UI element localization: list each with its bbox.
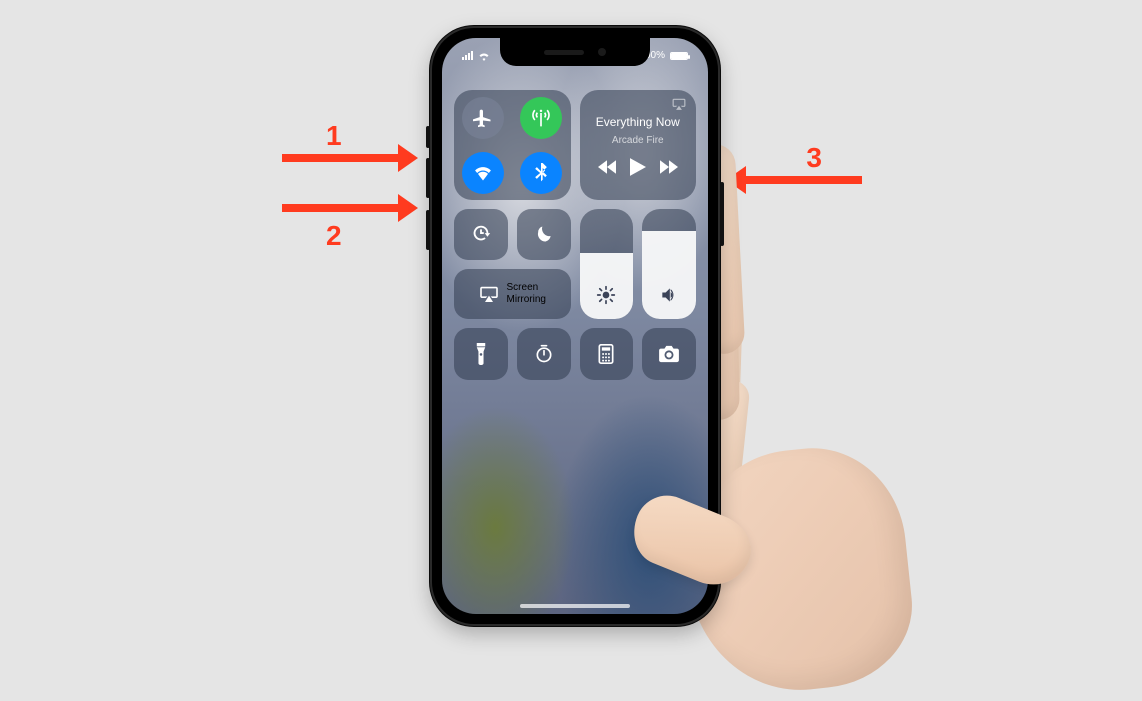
screen-mirroring-icon [479, 286, 499, 302]
volume-down-button[interactable] [426, 210, 430, 250]
brightness-slider[interactable] [580, 209, 634, 319]
now-playing-tile[interactable]: Everything Now Arcade Fire [580, 90, 697, 200]
screen-mirroring-label-2: Mirroring [507, 294, 546, 306]
home-indicator[interactable] [520, 604, 630, 608]
earpiece-speaker [544, 50, 584, 55]
timer-button[interactable] [517, 328, 571, 380]
flashlight-icon [474, 343, 488, 365]
moon-icon [534, 224, 554, 244]
volume-icon [659, 285, 679, 305]
callout-number-3: 3 [806, 142, 822, 174]
flashlight-button[interactable] [454, 328, 508, 380]
callout-number-1: 1 [326, 120, 342, 152]
cellular-data-toggle[interactable] [520, 97, 562, 139]
notch [500, 38, 650, 66]
camera-button[interactable] [642, 328, 696, 380]
airplane-icon [473, 108, 493, 128]
antenna-icon [531, 108, 551, 128]
callout-side-button: 3 [742, 176, 862, 184]
wifi-icon [473, 163, 493, 183]
front-camera [598, 48, 606, 56]
screen-mirroring-label-1: Screen [507, 282, 546, 294]
calculator-button[interactable] [580, 328, 634, 380]
connectivity-tile [454, 90, 571, 200]
arrow-icon [282, 204, 402, 212]
calculator-icon [598, 344, 614, 364]
battery-icon [670, 52, 688, 60]
media-title: Everything Now [596, 115, 680, 129]
screen-mirroring-button[interactable]: Screen Mirroring [454, 269, 571, 320]
control-center: Everything Now Arcade Fire [454, 90, 696, 438]
wifi-toggle[interactable] [462, 152, 504, 194]
airplane-mode-toggle[interactable] [462, 97, 504, 139]
volume-slider[interactable] [642, 209, 696, 319]
media-artist: Arcade Fire [612, 135, 664, 146]
airplay-icon [672, 98, 686, 110]
wifi-status-icon [478, 51, 490, 61]
arrow-icon [742, 176, 862, 184]
mute-switch[interactable] [426, 126, 430, 148]
camera-icon [658, 345, 680, 363]
cellular-signal-icon [462, 51, 473, 60]
brightness-icon [596, 285, 616, 305]
orientation-lock-toggle[interactable] [454, 209, 508, 260]
timer-icon [534, 344, 554, 364]
previous-track-button[interactable] [598, 160, 616, 174]
side-button[interactable] [720, 182, 724, 246]
arrow-icon [282, 154, 402, 162]
volume-up-button[interactable] [426, 158, 430, 198]
play-button[interactable] [630, 158, 646, 176]
orientation-lock-icon [470, 223, 492, 245]
bluetooth-toggle[interactable] [520, 152, 562, 194]
callout-volume-down: 2 [282, 204, 402, 212]
bluetooth-icon [531, 163, 551, 183]
callout-number-2: 2 [326, 220, 342, 252]
next-track-button[interactable] [660, 160, 678, 174]
do-not-disturb-toggle[interactable] [517, 209, 571, 260]
callout-volume-up: 1 [282, 154, 402, 162]
